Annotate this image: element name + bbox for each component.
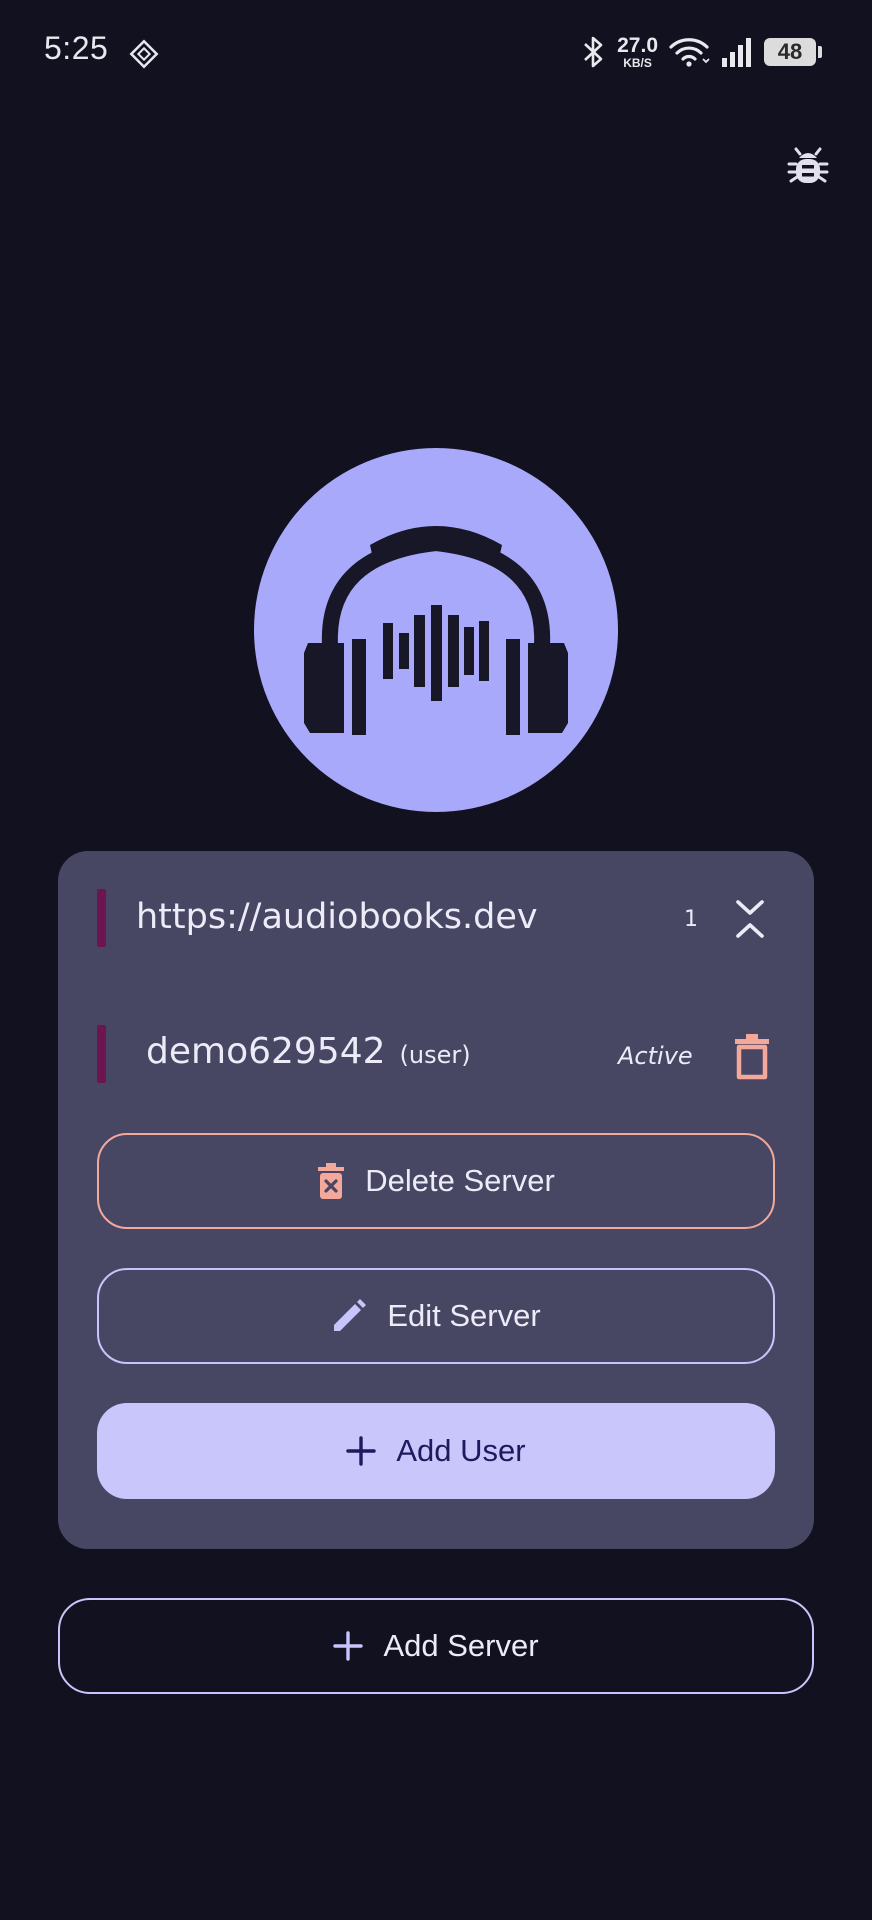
delete-server-button[interactable]: Delete Server bbox=[97, 1133, 775, 1229]
server-accent-bar bbox=[97, 889, 106, 947]
plus-icon bbox=[346, 1436, 377, 1466]
bluetooth-icon bbox=[581, 35, 607, 69]
server-card: https://audiobooks.dev 1 demo629542 (user… bbox=[58, 851, 814, 1549]
username-label: demo629542 bbox=[146, 1031, 386, 1072]
status-time: 5:25 bbox=[44, 30, 109, 66]
network-speed: 27.0 KB/S bbox=[617, 35, 658, 69]
add-user-label: Add User bbox=[396, 1433, 526, 1468]
user-accent-bar bbox=[97, 1025, 106, 1083]
collapse-chevrons-icon bbox=[732, 896, 768, 942]
status-bar: 5:25 27.0 KB/S 48 bbox=[0, 0, 872, 104]
screen: 5:25 27.0 KB/S 48 https://audiobooks.dev… bbox=[0, 0, 872, 1920]
network-speed-unit: KB/S bbox=[623, 56, 652, 70]
battery-icon: 48 bbox=[764, 38, 822, 66]
cellular-signal-icon bbox=[720, 36, 754, 68]
app-logo bbox=[254, 448, 618, 812]
add-user-button[interactable]: Add User bbox=[97, 1403, 775, 1499]
delete-user-button[interactable] bbox=[722, 1027, 782, 1087]
edit-server-button[interactable]: Edit Server bbox=[97, 1268, 775, 1364]
add-server-label: Add Server bbox=[383, 1628, 539, 1663]
status-icons: 27.0 KB/S 48 bbox=[581, 30, 822, 74]
user-role-label: (user) bbox=[399, 1041, 471, 1069]
headphones-waveform-icon bbox=[286, 515, 586, 745]
wifi-icon bbox=[668, 35, 710, 69]
battery-level: 48 bbox=[777, 39, 803, 64]
trash-icon bbox=[732, 1033, 772, 1081]
add-server-button[interactable]: Add Server bbox=[58, 1598, 814, 1694]
delete-server-label: Delete Server bbox=[365, 1163, 555, 1198]
user-status-label: Active bbox=[618, 1042, 693, 1070]
bug-icon bbox=[786, 144, 830, 188]
plus-icon bbox=[333, 1631, 364, 1661]
edit-server-label: Edit Server bbox=[387, 1298, 541, 1333]
user-item[interactable]: demo629542 (user) bbox=[146, 1031, 471, 1072]
debug-button[interactable] bbox=[780, 138, 836, 194]
user-count: 1 bbox=[684, 907, 698, 932]
notification-diamond-icon bbox=[128, 38, 160, 70]
network-speed-value: 27.0 bbox=[617, 34, 658, 57]
delete-forever-icon bbox=[317, 1163, 345, 1199]
server-url[interactable]: https://audiobooks.dev bbox=[136, 897, 538, 937]
pencil-icon bbox=[331, 1298, 367, 1334]
collapse-button[interactable] bbox=[724, 893, 776, 945]
